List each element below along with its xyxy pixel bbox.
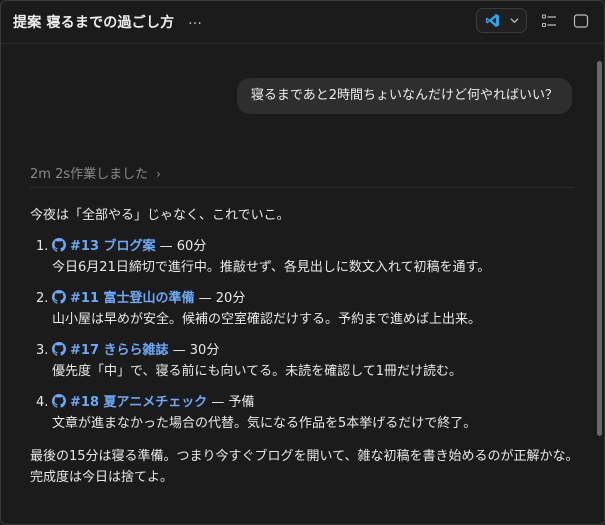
thread-title: 提案 寝るまでの過ごし方 bbox=[13, 15, 175, 31]
toggle-panel-icon[interactable] bbox=[573, 13, 589, 29]
chevron-down-icon bbox=[510, 18, 519, 23]
task-description: 山小屋は早めが安全。候補の空室確認だけする。予約まで進めば上出来。 bbox=[52, 312, 482, 327]
issue-link[interactable]: #13 ブログ案 bbox=[70, 239, 156, 254]
chat-window: 提案 寝るまでの過ごし方 … 寝るまであと2時間ちょいなんだけど何やればいい？ … bbox=[0, 0, 605, 525]
worked-duration-toggle[interactable]: 2m 2s作業しました › bbox=[30, 163, 161, 182]
time-estimate: — 60分 bbox=[159, 239, 207, 254]
task-list: 1. #13 ブログ案 — 60分 今日6月21日締切で進行中。推敲せず、各見出… bbox=[30, 236, 580, 434]
list-item: 3. #17 きらら雑誌 — 30分 優先度「中」で、寝る前にも向いてる。未読を… bbox=[30, 340, 580, 382]
assistant-response: 今夜は「全部やる」じゃなく、これでいこ。 1. #13 ブログ案 — 60分 今… bbox=[30, 205, 580, 488]
issue-link[interactable]: #11 富士登山の準備 bbox=[70, 291, 195, 306]
list-number: 2. bbox=[36, 291, 49, 306]
response-intro: 今夜は「全部やる」じゃなく、これでいこ。 bbox=[30, 208, 290, 223]
github-icon bbox=[52, 238, 66, 252]
user-message-bubble: 寝るまであと2時間ちょいなんだけど何やればいい？ bbox=[236, 78, 572, 114]
list-item: 4. #18 夏アニメチェック — 予備 文章が進まなかった場合の代替。気になる… bbox=[30, 392, 580, 434]
checklist-icon[interactable] bbox=[541, 13, 557, 29]
task-description: 文章が進まなかった場合の代替。気になる作品を5本挙げるだけで終了。 bbox=[52, 416, 477, 431]
more-options-button[interactable]: … bbox=[185, 10, 205, 30]
github-icon bbox=[52, 290, 66, 304]
list-item: 2. #11 富士登山の準備 — 20分 山小屋は早めが安全。候補の空室確認だけ… bbox=[30, 288, 580, 330]
chevron-right-icon: › bbox=[156, 167, 161, 181]
time-estimate: — 予備 bbox=[211, 395, 255, 410]
time-estimate: — 20分 bbox=[198, 291, 246, 306]
issue-link[interactable]: #18 夏アニメチェック bbox=[70, 395, 207, 410]
vscode-icon bbox=[485, 13, 500, 28]
divider bbox=[30, 187, 574, 188]
header-bar: 提案 寝るまでの過ごし方 … bbox=[1, 1, 604, 44]
task-description: 今日6月21日締切で進行中。推敲せず、各見出しに数文入れて初稿を通す。 bbox=[52, 260, 491, 275]
time-estimate: — 30分 bbox=[172, 343, 220, 358]
scrollbar[interactable] bbox=[597, 61, 602, 436]
list-item: 1. #13 ブログ案 — 60分 今日6月21日締切で進行中。推敲せず、各見出… bbox=[30, 236, 580, 278]
github-icon bbox=[52, 342, 66, 356]
task-description: 優先度「中」で、寝る前にも向いてる。未読を確認して1冊だけ読む。 bbox=[52, 364, 462, 379]
list-number: 1. bbox=[36, 239, 49, 254]
worked-duration-label: 2m 2s作業しました bbox=[30, 167, 149, 182]
github-icon bbox=[52, 394, 66, 408]
response-closing: 最後の15分は寝る準備。つまり今すぐブログを開いて、雑な初稿を書き始めるのが正解… bbox=[30, 449, 579, 485]
list-number: 3. bbox=[36, 343, 49, 358]
open-in-ide-dropdown[interactable] bbox=[476, 8, 527, 33]
issue-link[interactable]: #17 きらら雑誌 bbox=[70, 343, 169, 358]
list-number: 4. bbox=[36, 395, 49, 410]
